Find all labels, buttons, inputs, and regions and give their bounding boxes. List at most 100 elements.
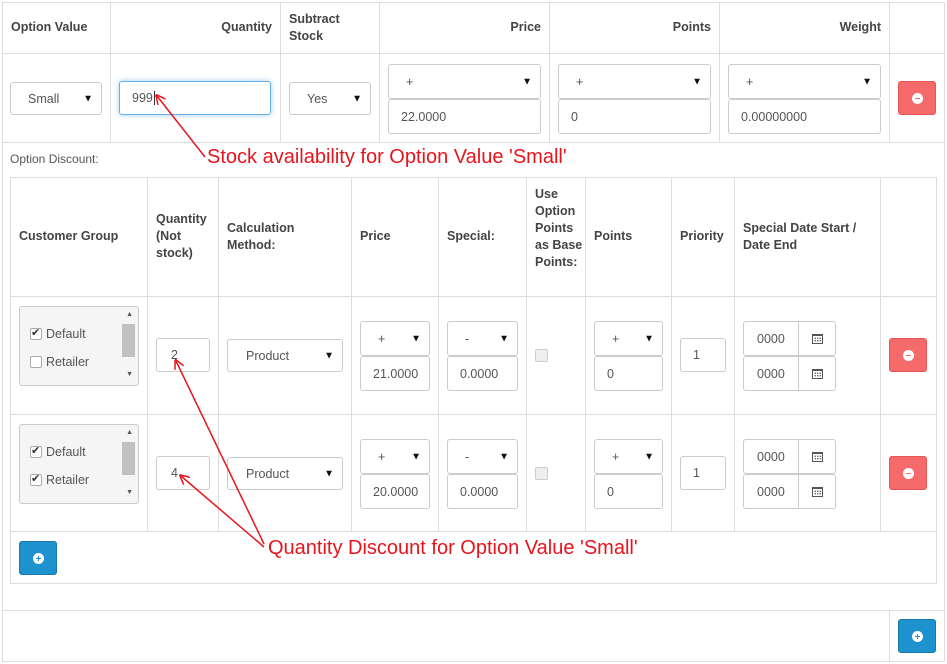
scroll-up-icon[interactable]: ▲ xyxy=(126,429,133,436)
discount-col-divider xyxy=(438,177,439,532)
customer-group-option[interactable]: Retailer xyxy=(30,472,90,487)
customer-group-label: Default xyxy=(46,327,86,341)
discount-points-input[interactable]: 0 xyxy=(594,474,663,509)
discount-col-divider xyxy=(734,177,735,532)
discount-price-prefix-select[interactable]: + ▼ xyxy=(360,439,430,474)
date-start-field[interactable]: 0000 xyxy=(743,321,836,356)
quantity-input[interactable]: 999 xyxy=(119,81,271,115)
points-input[interactable]: 0 xyxy=(558,99,711,134)
remove-discount-button[interactable] xyxy=(889,456,927,490)
discount-price-input[interactable]: 20.0000 xyxy=(360,474,430,509)
date-start-value[interactable]: 0000 xyxy=(744,440,799,473)
calendar-button[interactable] xyxy=(799,322,835,355)
scrollbar-thumb[interactable] xyxy=(122,324,135,357)
discount-price-input[interactable]: 21.0000 xyxy=(360,356,430,391)
scroll-down-icon[interactable]: ▼ xyxy=(126,489,133,496)
scroll-down-icon[interactable]: ▼ xyxy=(126,371,133,378)
header-customer-group: Customer Group xyxy=(19,229,119,243)
customer-group-option[interactable]: Default xyxy=(30,326,86,341)
minus-circle-icon xyxy=(902,467,914,479)
annotation-discount: Quantity Discount for Option Value 'Smal… xyxy=(268,537,638,559)
caret-down-icon: ▼ xyxy=(644,451,654,462)
date-end-value[interactable]: 0000 xyxy=(744,475,799,508)
special-input[interactable]: 0.0000 xyxy=(447,474,518,509)
weight-prefix-select[interactable]: + ▼ xyxy=(728,64,881,99)
use-option-points-checkbox[interactable] xyxy=(535,349,548,362)
caret-down-icon: ▼ xyxy=(352,93,362,104)
caret-down-icon: ▼ xyxy=(692,76,702,87)
header-quantity: Quantity xyxy=(221,20,272,34)
discount-row-divider xyxy=(10,531,937,532)
discount-quantity-input[interactable]: 4 xyxy=(156,456,210,490)
discount-points-input[interactable]: 0 xyxy=(594,356,663,391)
header-discount-points: Points xyxy=(594,229,633,243)
date-end-value[interactable]: 0000 xyxy=(744,357,799,390)
calculation-method-select[interactable]: Product ▼ xyxy=(227,457,343,490)
customer-group-option[interactable]: Retailer xyxy=(30,355,89,369)
date-end-field[interactable]: 0000 xyxy=(743,474,836,509)
special-prefix-select[interactable]: - ▼ xyxy=(447,439,518,474)
option-value-select[interactable]: Small ▼ xyxy=(10,82,102,115)
priority-input[interactable]: 1 xyxy=(680,456,726,490)
customer-group-list[interactable]: Default Retailer ▲ ▼ xyxy=(19,424,139,504)
price-prefix-select[interactable]: + ▼ xyxy=(388,64,541,99)
discount-price-prefix-select[interactable]: + ▼ xyxy=(360,321,430,356)
text-cursor xyxy=(153,91,155,105)
discount-col-divider xyxy=(585,177,586,532)
points-value: 0 xyxy=(571,109,578,124)
checkbox-checked[interactable] xyxy=(30,472,42,486)
calendar-icon xyxy=(811,333,823,344)
remove-discount-button[interactable] xyxy=(889,338,927,372)
discount-row-divider xyxy=(10,414,937,415)
header-discount-quantity: Quantity (Not stock) xyxy=(156,212,207,260)
subtract-stock-select[interactable]: Yes ▼ xyxy=(289,82,371,115)
calculation-method-select[interactable]: Product ▼ xyxy=(227,339,343,372)
discount-price-prefix-selected: + xyxy=(378,449,386,464)
discount-quantity-value: 2 xyxy=(171,348,178,362)
caret-down-icon: ▼ xyxy=(522,76,532,87)
checkbox-checked[interactable] xyxy=(30,326,42,340)
option-discount-label: Option Discount: xyxy=(10,152,99,166)
date-end-field[interactable]: 0000 xyxy=(743,356,836,391)
header-option-value: Option Value xyxy=(11,20,88,34)
subtract-stock-selected: Yes xyxy=(307,91,328,106)
price-input[interactable]: 22.0000 xyxy=(388,99,541,134)
scrollbar-thumb[interactable] xyxy=(122,442,135,475)
use-option-points-checkbox[interactable] xyxy=(535,467,548,480)
header-use-option-points: Use Option Points as Base Points: xyxy=(535,187,583,269)
customer-group-list[interactable]: Default Retailer ▲ ▼ xyxy=(19,306,139,386)
checkbox-checked[interactable] xyxy=(30,444,42,458)
priority-input[interactable]: 1 xyxy=(680,338,726,372)
option-value-selected: Small xyxy=(28,91,60,106)
calendar-button[interactable] xyxy=(799,440,835,473)
discount-col-divider xyxy=(147,177,148,532)
points-prefix-select[interactable]: + ▼ xyxy=(558,64,711,99)
header-points: Points xyxy=(672,20,711,34)
date-start-value[interactable]: 0000 xyxy=(744,322,799,355)
date-start-field[interactable]: 0000 xyxy=(743,439,836,474)
calendar-button[interactable] xyxy=(799,357,835,390)
special-value: 0.0000 xyxy=(460,484,499,499)
calendar-button[interactable] xyxy=(799,475,835,508)
plus-circle-icon xyxy=(32,552,44,564)
add-discount-button[interactable] xyxy=(19,541,57,575)
header-discount-price: Price xyxy=(360,229,391,243)
discount-quantity-input[interactable]: 2 xyxy=(156,338,210,372)
add-option-value-button[interactable] xyxy=(898,619,936,653)
calculation-method-selected: Product xyxy=(246,348,290,363)
scroll-up-icon[interactable]: ▲ xyxy=(126,311,133,318)
discount-points-prefix-select[interactable]: + ▼ xyxy=(594,439,663,474)
remove-option-value-button[interactable] xyxy=(898,81,936,115)
discount-points-prefix-select[interactable]: + ▼ xyxy=(594,321,663,356)
discount-quantity-value: 4 xyxy=(171,466,178,480)
quantity-value: 999 xyxy=(132,91,153,105)
special-prefix-select[interactable]: - ▼ xyxy=(447,321,518,356)
header-special: Special: xyxy=(447,229,495,243)
header-divider xyxy=(2,53,945,54)
caret-down-icon: ▼ xyxy=(411,451,421,462)
customer-group-label: Retailer xyxy=(46,473,90,487)
special-input[interactable]: 0.0000 xyxy=(447,356,518,391)
customer-group-option[interactable]: Default xyxy=(30,444,86,459)
weight-input[interactable]: 0.00000000 xyxy=(728,99,881,134)
checkbox-unchecked[interactable] xyxy=(30,356,42,368)
